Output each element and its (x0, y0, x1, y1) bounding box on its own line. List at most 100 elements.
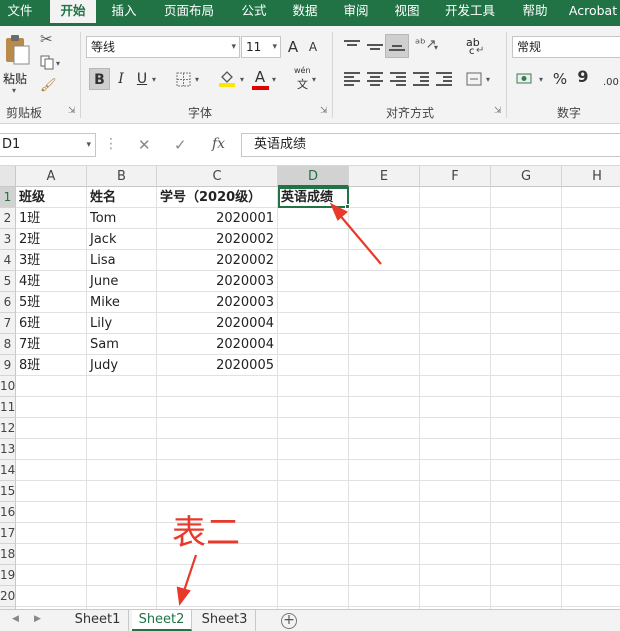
cell-f9[interactable] (420, 355, 491, 376)
dialog-launcher-icon[interactable]: ⇲ (320, 106, 328, 116)
cell-h18[interactable] (562, 544, 620, 565)
cell-c13[interactable] (157, 439, 278, 460)
cell-h14[interactable] (562, 460, 620, 481)
cell-b2[interactable]: Tom (87, 208, 157, 229)
row-header-5[interactable]: 5 (0, 271, 16, 292)
cell-a3[interactable]: 2班 (16, 229, 87, 250)
column-header-f[interactable]: F (420, 166, 491, 187)
align-bottom-button[interactable] (385, 34, 409, 58)
row-header-12[interactable]: 12 (0, 418, 16, 439)
row-header-16[interactable]: 16 (0, 502, 16, 523)
chevron-down-icon[interactable]: ▾ (539, 75, 543, 84)
dialog-launcher-icon[interactable]: ⇲ (494, 106, 502, 116)
align-top-button[interactable] (344, 40, 360, 54)
cell-g11[interactable] (491, 397, 562, 418)
cell-e9[interactable] (349, 355, 420, 376)
cell-e20[interactable] (349, 586, 420, 607)
cell-a9[interactable]: 8班 (16, 355, 87, 376)
cell-g3[interactable] (491, 229, 562, 250)
ribbon-tab-5[interactable]: 数据 (282, 0, 328, 26)
align-center-button[interactable] (367, 72, 383, 86)
cell-e11[interactable] (349, 397, 420, 418)
copy-icon[interactable] (40, 55, 54, 70)
row-header-2[interactable]: 2 (0, 208, 16, 229)
cell-h1[interactable] (562, 187, 620, 208)
add-sheet-button[interactable]: + (281, 613, 297, 629)
chevron-down-icon[interactable]: ▾ (195, 75, 199, 84)
cell-e8[interactable] (349, 334, 420, 355)
chevron-down-icon[interactable]: ▾ (152, 75, 156, 84)
cell-b1[interactable]: 姓名 (87, 187, 157, 208)
cell-h11[interactable] (562, 397, 620, 418)
cell-f15[interactable] (420, 481, 491, 502)
cell-f17[interactable] (420, 523, 491, 544)
cell-e4[interactable] (349, 250, 420, 271)
cell-b18[interactable] (87, 544, 157, 565)
cell-e3[interactable] (349, 229, 420, 250)
cell-h17[interactable] (562, 523, 620, 544)
cell-d19[interactable] (278, 565, 349, 586)
cell-f2[interactable] (420, 208, 491, 229)
cell-c19[interactable] (157, 565, 278, 586)
cell-b20[interactable] (87, 586, 157, 607)
cell-b15[interactable] (87, 481, 157, 502)
cell-d9[interactable] (278, 355, 349, 376)
increase-indent-button[interactable] (436, 72, 452, 86)
cell-h5[interactable] (562, 271, 620, 292)
cell-b7[interactable]: Lily (87, 313, 157, 334)
cell-c2[interactable]: 2020001 (157, 208, 278, 229)
cell-d5[interactable] (278, 271, 349, 292)
column-header-c[interactable]: C (157, 166, 278, 187)
cell-h16[interactable] (562, 502, 620, 523)
cell-h12[interactable] (562, 418, 620, 439)
cell-g17[interactable] (491, 523, 562, 544)
cell-d15[interactable] (278, 481, 349, 502)
cut-icon[interactable]: ✂ (40, 30, 53, 48)
decrease-indent-button[interactable] (413, 72, 429, 86)
cell-a19[interactable] (16, 565, 87, 586)
cell-c8[interactable]: 2020004 (157, 334, 278, 355)
cell-e19[interactable] (349, 565, 420, 586)
cell-b4[interactable]: Lisa (87, 250, 157, 271)
cell-h9[interactable] (562, 355, 620, 376)
cell-f10[interactable] (420, 376, 491, 397)
name-box[interactable]: D1 ▾ (0, 133, 96, 157)
ribbon-tab-2[interactable]: 插入 (101, 0, 147, 26)
column-header-d[interactable]: D (278, 166, 349, 187)
sheet-tab-sheet3[interactable]: Sheet3 (194, 610, 256, 631)
cell-d17[interactable] (278, 523, 349, 544)
ribbon-tab-3[interactable]: 页面布局 (152, 0, 226, 26)
ribbon-tab-10[interactable]: Acrobat (562, 0, 620, 26)
row-header-7[interactable]: 7 (0, 313, 16, 334)
cell-a2[interactable]: 1班 (16, 208, 87, 229)
column-header-a[interactable]: A (16, 166, 87, 187)
cell-f20[interactable] (420, 586, 491, 607)
cell-c14[interactable] (157, 460, 278, 481)
cancel-entry-icon[interactable]: ✕ (138, 136, 151, 154)
cell-b17[interactable] (87, 523, 157, 544)
cell-h4[interactable] (562, 250, 620, 271)
cell-g12[interactable] (491, 418, 562, 439)
cell-d11[interactable] (278, 397, 349, 418)
chevron-down-icon[interactable]: ▾ (434, 43, 438, 52)
row-header-15[interactable]: 15 (0, 481, 16, 502)
cell-f12[interactable] (420, 418, 491, 439)
cell-d13[interactable] (278, 439, 349, 460)
cell-e5[interactable] (349, 271, 420, 292)
chevron-down-icon[interactable]: ▾ (272, 75, 276, 84)
cell-e17[interactable] (349, 523, 420, 544)
row-header-4[interactable]: 4 (0, 250, 16, 271)
cell-c20[interactable] (157, 586, 278, 607)
merge-center-icon[interactable] (466, 72, 482, 86)
format-painter-icon[interactable]: 🖌 (40, 78, 57, 93)
cell-d7[interactable] (278, 313, 349, 334)
chevron-down-icon[interactable]: ▾ (56, 59, 60, 68)
cell-f1[interactable] (420, 187, 491, 208)
cell-a14[interactable] (16, 460, 87, 481)
currency-icon[interactable] (516, 71, 533, 86)
font-size-select[interactable]: 11 ▾ (241, 36, 281, 58)
underline-button[interactable]: U (134, 68, 150, 90)
cell-f19[interactable] (420, 565, 491, 586)
cell-h20[interactable] (562, 586, 620, 607)
cell-b10[interactable] (87, 376, 157, 397)
